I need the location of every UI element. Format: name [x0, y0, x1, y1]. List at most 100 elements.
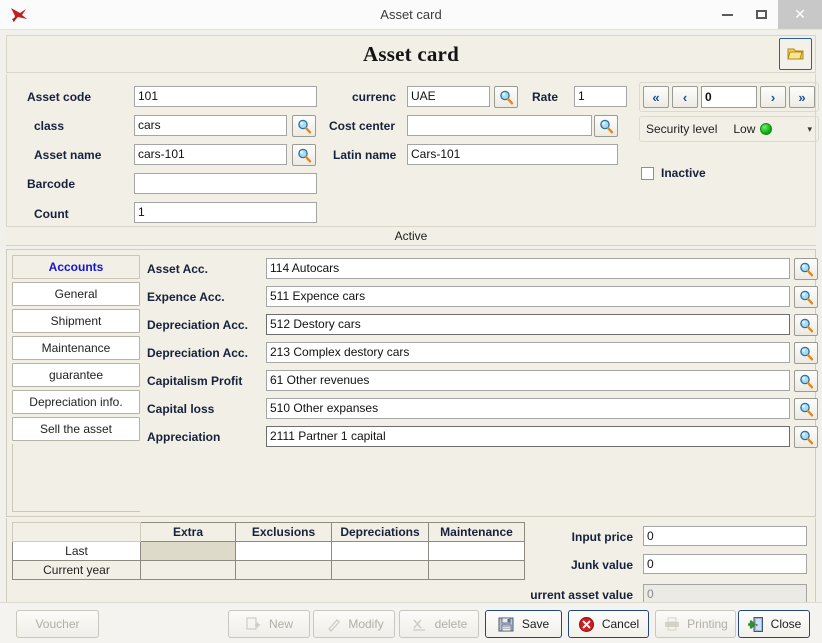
close-button-label: Close	[770, 617, 802, 631]
asset-name-lookup-button[interactable]	[292, 144, 316, 166]
tab-accounts[interactable]: Accounts	[12, 255, 140, 279]
table-corner-cell	[12, 522, 141, 542]
currency-lookup-button[interactable]	[494, 86, 518, 108]
appreciation-lookup-button[interactable]	[794, 426, 818, 448]
cell-last-exclusions[interactable]	[235, 541, 332, 561]
capital-loss-label: Capital loss	[147, 402, 215, 416]
depreciation-acc-2-input[interactable]: 213 Complex destory cars	[266, 342, 790, 363]
depreciation-acc-2-lookup-button[interactable]	[794, 342, 818, 364]
depreciation-acc-1-input[interactable]: 512 Destory cars	[266, 314, 790, 335]
modify-button-label: Modify	[348, 617, 384, 631]
asset-code-input[interactable]: 101	[134, 86, 317, 107]
row-header-current-year: Current year	[12, 560, 141, 580]
previous-record-button[interactable]: ‹	[672, 86, 698, 108]
cell-current-depreciations[interactable]	[331, 560, 429, 580]
currency-label: currenc	[352, 90, 397, 104]
search-icon	[799, 318, 813, 333]
save-button[interactable]: Save	[485, 610, 562, 638]
printing-button[interactable]: Printing	[655, 610, 736, 638]
delete-icon	[411, 615, 429, 633]
search-icon	[799, 402, 813, 417]
tab-depreciation-info[interactable]: Depreciation info.	[12, 390, 140, 414]
currency-input[interactable]: UAE	[407, 86, 490, 107]
capitalism-profit-input[interactable]: 61 Other revenues	[266, 370, 790, 391]
column-header-exclusions: Exclusions	[235, 522, 332, 542]
junk-value-input[interactable]: 0	[643, 554, 807, 574]
depreciation-acc-1-lookup-button[interactable]	[794, 314, 818, 336]
asset-card-window: Asset card ✕ Asset card Asset code 101 c…	[0, 0, 822, 643]
rate-input[interactable]: 1	[574, 86, 627, 107]
delete-button[interactable]: delete	[399, 610, 479, 638]
input-price-input[interactable]: 0	[643, 526, 807, 546]
appreciation-label: Appreciation	[147, 430, 221, 444]
new-icon	[245, 615, 263, 633]
capital-loss-lookup-button[interactable]	[794, 398, 818, 420]
inactive-checkbox[interactable]	[641, 166, 654, 180]
asset-name-label: Asset name	[34, 148, 102, 162]
pencil-icon	[324, 615, 342, 633]
modify-button[interactable]: Modify	[313, 610, 395, 638]
window-controls: ✕	[710, 0, 822, 29]
voucher-button-label: Voucher	[35, 617, 80, 631]
chevron-down-icon: ▾	[807, 123, 812, 134]
cancel-button[interactable]: Cancel	[568, 610, 649, 638]
new-button[interactable]: New	[228, 610, 310, 638]
table-header-row: Extra Exclusions Depreciations Maintenan…	[12, 522, 525, 542]
cell-last-extra[interactable]	[140, 541, 236, 561]
tab-shipment[interactable]: Shipment	[12, 309, 140, 333]
cell-last-depreciations[interactable]	[331, 541, 429, 561]
cost-center-input[interactable]	[407, 115, 592, 136]
last-record-button[interactable]: »	[789, 86, 815, 108]
new-button-label: New	[268, 617, 293, 631]
printer-icon	[663, 615, 681, 633]
tab-sell-the-asset[interactable]: Sell the asset	[12, 417, 140, 441]
voucher-button[interactable]: Voucher	[16, 610, 99, 638]
top-form-panel: Asset code 101 class cars Asset name car…	[6, 74, 819, 227]
folder-button[interactable]	[779, 38, 812, 70]
tab-maintenance[interactable]: Maintenance	[12, 336, 140, 360]
minimize-icon	[721, 13, 733, 16]
title-bar: Asset card ✕	[0, 0, 822, 30]
minimize-button[interactable]	[710, 0, 744, 29]
asset-acc-input[interactable]: 114 Autocars	[266, 258, 790, 279]
maximize-button[interactable]	[744, 0, 778, 29]
active-status-band: Active	[6, 227, 816, 245]
class-input[interactable]: cars	[134, 115, 287, 136]
search-icon	[799, 290, 813, 305]
save-button-label: Save	[521, 617, 550, 631]
security-level-dropdown[interactable]: Security level Low ▾	[639, 116, 819, 142]
details-panel: Accounts General Shipment Maintenance gu…	[6, 249, 818, 517]
record-index-input[interactable]: 0	[701, 86, 757, 108]
barcode-input[interactable]	[134, 173, 317, 194]
search-icon	[599, 119, 613, 134]
close-button[interactable]: Close	[738, 610, 810, 638]
count-input[interactable]: 1	[134, 202, 317, 223]
depreciation-acc-1-label: Depreciation Acc.	[147, 318, 248, 332]
tab-guarantee[interactable]: guarantee	[12, 363, 140, 387]
expence-acc-lookup-button[interactable]	[794, 286, 818, 308]
summary-panel: Extra Exclusions Depreciations Maintenan…	[6, 518, 816, 615]
tab-general[interactable]: General	[12, 282, 140, 306]
page-header: Asset card	[6, 35, 816, 73]
latin-name-input[interactable]: Cars-101	[407, 144, 618, 165]
cost-center-lookup-button[interactable]	[594, 115, 618, 137]
close-window-button[interactable]: ✕	[778, 0, 822, 29]
inactive-checkbox-row[interactable]: Inactive	[641, 166, 706, 180]
asset-acc-lookup-button[interactable]	[794, 258, 818, 280]
depreciation-acc-2-label: Depreciation Acc.	[147, 346, 248, 360]
next-record-button[interactable]: ›	[760, 86, 786, 108]
cell-current-extra[interactable]	[140, 560, 236, 580]
asset-acc-label: Asset Acc.	[147, 262, 208, 276]
folder-icon	[786, 48, 803, 60]
capital-loss-input[interactable]: 510 Other expanses	[266, 398, 790, 419]
expence-acc-input[interactable]: 511 Expence cars	[266, 286, 790, 307]
asset-name-input[interactable]: cars-101	[134, 144, 287, 165]
cell-current-exclusions[interactable]	[235, 560, 332, 580]
class-lookup-button[interactable]	[292, 115, 316, 137]
summary-table: Extra Exclusions Depreciations Maintenan…	[12, 522, 525, 580]
first-record-button[interactable]: «	[643, 86, 669, 108]
capitalism-profit-lookup-button[interactable]	[794, 370, 818, 392]
cost-center-label: Cost center	[329, 119, 396, 133]
bottom-toolbar: Voucher New Modify delete Save Cancel Pr…	[0, 602, 822, 643]
appreciation-input[interactable]: 2111 Partner 1 capital	[266, 426, 790, 447]
